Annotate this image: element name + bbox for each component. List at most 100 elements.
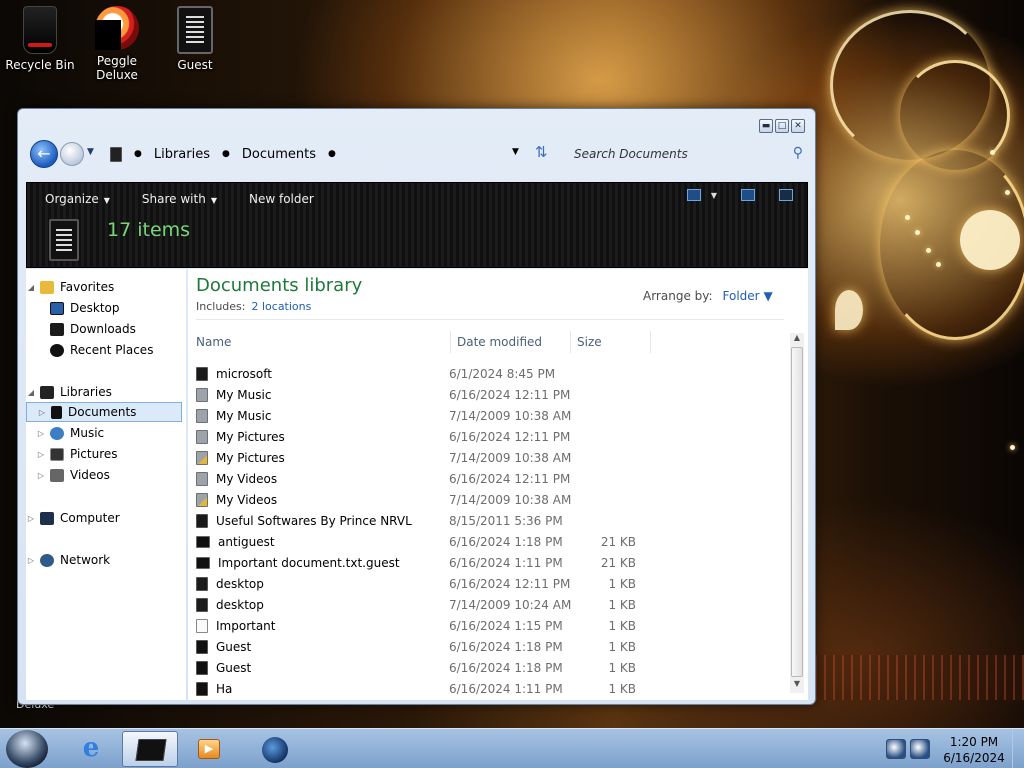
nav-favorites[interactable]: ◢ Favorites — [26, 277, 182, 297]
breadcrumb-libraries[interactable]: Libraries — [154, 147, 210, 162]
arrange-by-dropdown[interactable]: Folder ▼ — [723, 289, 773, 303]
file-date-modified: 8/15/2011 5:36 PM — [449, 513, 563, 528]
desktop-icon-guest[interactable]: Guest — [155, 6, 235, 72]
column-divider[interactable] — [450, 331, 451, 353]
nav-downloads[interactable]: Downloads — [36, 319, 192, 339]
file-row[interactable]: My Pictures 6/16/2024 12:11 PM — [196, 426, 646, 447]
file-row[interactable]: desktop 6/16/2024 12:11 PM 1 KB — [196, 573, 646, 594]
desktop-icon — [50, 301, 64, 315]
expand-icon[interactable]: ◢ — [26, 283, 36, 292]
desktop-icon-recycle-bin[interactable]: Recycle Bin — [0, 6, 80, 72]
column-divider[interactable] — [650, 331, 651, 353]
close-button[interactable]: ✕ — [791, 119, 805, 133]
folder-icon — [196, 387, 208, 402]
help-icon[interactable] — [779, 189, 793, 201]
collapse-icon[interactable]: ▷ — [37, 408, 47, 417]
nav-label: Favorites — [60, 280, 115, 294]
organize-label: Organize — [45, 192, 99, 206]
nav-network[interactable]: ▷ Network — [26, 550, 182, 570]
file-row[interactable]: Important document.txt.guest 6/16/2024 1:… — [196, 552, 646, 573]
nav-music[interactable]: ▷ Music — [36, 423, 192, 443]
vertical-scrollbar[interactable]: ▲ ▼ — [790, 333, 804, 693]
new-folder-button[interactable]: New folder — [231, 192, 328, 206]
address-bar[interactable]: ● Libraries ● Documents ● — [102, 141, 558, 167]
collapse-icon[interactable]: ▷ — [26, 514, 36, 523]
refresh-icon[interactable]: ⇅ — [535, 143, 548, 161]
nav-videos[interactable]: ▷ Videos — [36, 465, 192, 485]
file-size: 1 KB — [608, 597, 636, 612]
desktop-icon-peggle[interactable]: Peggle Deluxe — [77, 6, 157, 82]
scrollbar-thumb[interactable] — [791, 347, 803, 677]
recent-pages-dropdown[interactable]: ▼ — [87, 147, 94, 157]
command-bar: Organize ▼ Share with ▼ New folder ▼ 17 it… — [26, 182, 808, 268]
nav-label: Music — [70, 426, 105, 440]
file-name: My Videos — [216, 492, 278, 507]
search-icon[interactable]: ⚲ — [793, 145, 803, 161]
file-date-modified: 6/16/2024 1:11 PM — [449, 681, 563, 696]
notification-icon[interactable] — [886, 739, 906, 759]
preview-pane-icon[interactable] — [741, 189, 755, 201]
forward-button[interactable] — [60, 142, 84, 166]
chevron-icon[interactable]: ● — [222, 149, 230, 159]
file-row[interactable]: antiguest 6/16/2024 1:18 PM 21 KB — [196, 531, 646, 552]
change-view-icon[interactable] — [686, 189, 701, 201]
arrange-by: Arrange by: Folder ▼ — [643, 289, 773, 303]
column-divider[interactable] — [570, 331, 571, 353]
file-row[interactable]: My Videos 6/16/2024 12:11 PM — [196, 468, 646, 489]
collapse-icon[interactable]: ▷ — [36, 429, 46, 438]
media-player-icon: ▶ — [198, 739, 220, 759]
file-row[interactable]: Guest 6/16/2024 1:18 PM 1 KB — [196, 636, 646, 657]
back-button[interactable]: ← — [30, 140, 58, 168]
nav-libraries[interactable]: ◢ Libraries — [26, 382, 182, 402]
show-desktop-button[interactable] — [1012, 729, 1024, 768]
start-button[interactable] — [6, 730, 48, 768]
maximize-button[interactable]: □ — [775, 119, 789, 133]
expand-icon[interactable]: ◢ — [26, 388, 36, 397]
network-status-icon[interactable] — [910, 739, 930, 759]
collapse-icon[interactable]: ▷ — [36, 450, 46, 459]
file-row[interactable]: desktop 7/14/2009 10:24 AM 1 KB — [196, 594, 646, 615]
chevron-icon[interactable]: ● — [328, 149, 336, 159]
taskbar-globe-app[interactable] — [246, 731, 302, 767]
nav-desktop[interactable]: Desktop — [36, 298, 192, 318]
locations-link[interactable]: 2 locations — [251, 300, 311, 313]
search-input[interactable]: Search Documents ⚲ — [570, 142, 807, 166]
file-row[interactable]: Ha6/16/2024 1:11 PM1 KB — [196, 699, 646, 700]
taskbar-internet-explorer[interactable]: e — [62, 731, 118, 767]
file-row[interactable]: Ha6/16/2024 1:11 PM1 KB — [196, 678, 646, 699]
file-row[interactable]: My Music 6/16/2024 12:11 PM — [196, 384, 646, 405]
view-options-dropdown[interactable]: ▼ — [711, 191, 717, 200]
collapse-icon[interactable]: ▷ — [26, 556, 36, 565]
file-row[interactable]: My Pictures 7/14/2009 10:38 AM — [196, 447, 646, 468]
file-row[interactable]: Guest 6/16/2024 1:18 PM 1 KB — [196, 657, 646, 678]
scroll-down-icon[interactable]: ▼ — [790, 679, 804, 693]
file-row[interactable]: My Videos 7/14/2009 10:38 AM — [196, 489, 646, 510]
taskbar-media-player[interactable]: ▶ — [182, 731, 238, 767]
documents-icon — [51, 405, 62, 419]
nav-documents[interactable]: ▷ Documents — [26, 402, 182, 422]
scroll-up-icon[interactable]: ▲ — [790, 333, 804, 347]
chevron-down-icon: ▼ — [103, 196, 110, 205]
breadcrumb-documents[interactable]: Documents — [242, 147, 316, 162]
address-history-dropdown[interactable]: ▼ — [512, 147, 519, 157]
file-list-pane: Documents library Includes: 2 locations A… — [188, 269, 808, 700]
file-row[interactable]: Useful Softwares By Prince NRVL 8/15/2011… — [196, 510, 646, 531]
organize-button[interactable]: Organize ▼ — [27, 192, 124, 206]
file-date-modified: 6/16/2024 12:11 PM — [449, 471, 571, 486]
column-header-date[interactable]: Date modified — [457, 335, 542, 349]
minimize-button[interactable]: ▬ — [759, 119, 773, 133]
nav-recent-places[interactable]: Recent Places — [36, 340, 192, 360]
file-row[interactable]: microsoft 6/1/2024 8:45 PM — [196, 363, 646, 384]
file-row[interactable]: Important 6/16/2024 1:15 PM 1 KB — [196, 615, 646, 636]
peggle-icon — [95, 6, 139, 50]
taskbar-windows-explorer[interactable] — [122, 731, 178, 767]
chevron-icon[interactable]: ● — [134, 149, 142, 159]
share-with-button[interactable]: Share with ▼ — [124, 192, 231, 206]
column-header-size[interactable]: Size — [577, 335, 602, 349]
collapse-icon[interactable]: ▷ — [36, 471, 46, 480]
nav-pictures[interactable]: ▷ Pictures — [36, 444, 192, 464]
nav-computer[interactable]: ▷ Computer — [26, 508, 182, 528]
clock[interactable]: 1:20 PM 6/16/2024 — [940, 734, 1008, 766]
column-header-name[interactable]: Name — [196, 335, 231, 349]
file-row[interactable]: My Music 7/14/2009 10:38 AM — [196, 405, 646, 426]
